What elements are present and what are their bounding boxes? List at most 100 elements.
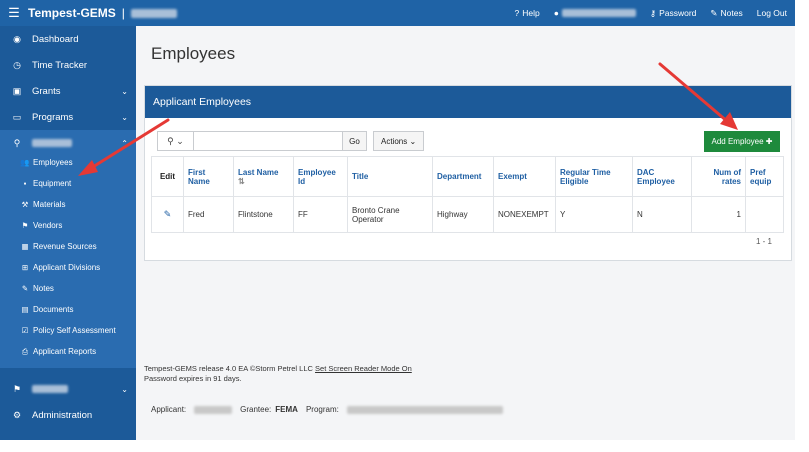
cell-last-name: Flintstone — [233, 196, 294, 233]
cell-department: Highway — [432, 196, 494, 233]
search-icon: ⚲ — [167, 135, 174, 146]
cell-employee-id: FF — [293, 196, 348, 233]
plus-icon: ✚ — [765, 137, 773, 146]
go-button[interactable]: Go — [343, 131, 367, 151]
vendors-icon: ⚑ — [21, 221, 29, 230]
checklist-icon: ☑ — [21, 326, 29, 335]
sidebar: ◉ Dashboard ◷ Time Tracker ▣ Grants ⌄ ▭ … — [0, 26, 136, 440]
column-header-num-of-rates[interactable]: Num of rates — [691, 156, 746, 197]
status-bar: Applicant: Grantee: FEMA Program: — [151, 405, 503, 414]
chevron-down-icon: ⌄ — [121, 384, 128, 394]
hamburger-menu-icon[interactable]: ☰ — [0, 5, 28, 21]
user-icon: ● — [553, 8, 559, 18]
chevron-up-icon: ⌃ — [121, 138, 128, 148]
employees-table: Edit First Name Last Name ⇅ Employee Id T… — [151, 156, 784, 233]
sidebar-item-dashboard[interactable]: ◉ Dashboard — [0, 26, 136, 52]
cell-dac-employee: N — [632, 196, 692, 233]
edit-icon: ✎ — [710, 7, 718, 18]
user-menu[interactable]: ● — [554, 8, 636, 18]
applicant-menu-header[interactable]: ⚲ ⌃ — [0, 134, 136, 152]
search-bar: ⚲ ⌄ — [157, 131, 343, 151]
redacted-applicant-menu — [32, 139, 72, 147]
sidebar-item-documents[interactable]: ▤ Documents — [0, 299, 136, 320]
edit-icon: ✎ — [21, 284, 29, 293]
logout-link[interactable]: Log Out — [757, 8, 787, 18]
grantee-value: FEMA — [275, 405, 298, 414]
column-header-title[interactable]: Title — [347, 156, 433, 197]
column-header-employee-id[interactable]: Employee Id — [293, 156, 348, 197]
edit-row-button[interactable]: ✎ — [151, 196, 184, 233]
folder-icon: ▭ — [12, 111, 22, 122]
cell-regular-time-eligible: Y — [555, 196, 633, 233]
sidebar-item-redacted[interactable]: ⚑ ⌄ — [0, 376, 136, 402]
torn-edge-bottom — [0, 440, 809, 452]
chevron-down-icon: ⌄ — [121, 112, 128, 122]
chevron-down-icon: ⌄ — [176, 135, 184, 146]
redacted-sidebar-label — [32, 385, 68, 393]
users-icon: 👥 — [20, 158, 30, 167]
sidebar-item-policy-self-assessment[interactable]: ☑ Policy Self Assessment — [0, 320, 136, 341]
torn-edge-right — [795, 0, 809, 452]
sidebar-item-employees[interactable]: 👥 Employees — [0, 152, 136, 173]
app-title[interactable]: Tempest-GEMS — [28, 6, 116, 20]
table-row: ✎ Fred Flintstone FF Bronto Crane Operat… — [151, 196, 784, 233]
sidebar-item-equipment[interactable]: ▪ Equipment — [0, 173, 136, 194]
cell-pref-equip — [745, 196, 784, 233]
sidebar-item-notes[interactable]: ✎ Notes — [0, 278, 136, 299]
chevron-down-icon: ⌄ — [121, 86, 128, 96]
column-header-dac-employee[interactable]: DAC Employee — [632, 156, 692, 197]
document-icon: ▤ — [21, 305, 29, 314]
sidebar-item-applicant-reports[interactable]: ⎙ Applicant Reports — [0, 341, 136, 362]
dashboard-icon: ◉ — [13, 33, 21, 44]
column-header-last-name[interactable]: Last Name ⇅ — [233, 156, 294, 197]
clock-icon: ◷ — [13, 59, 21, 70]
wrench-icon: ⚒ — [21, 200, 29, 209]
redacted-user-name — [561, 9, 636, 17]
sidebar-item-administration[interactable]: ⚙ Administration — [0, 402, 136, 428]
help-icon: ? — [514, 8, 520, 18]
grantee-label: Grantee: — [240, 405, 272, 414]
actions-menu-button[interactable]: Actions ⌄ — [373, 131, 425, 151]
report-toolbar: ⚲ ⌄ Go Actions ⌄ — [157, 131, 425, 151]
column-header-department[interactable]: Department — [432, 156, 494, 197]
redacted-applicant — [194, 405, 233, 414]
redacted-applicant-name — [130, 8, 177, 18]
sidebar-item-materials[interactable]: ⚒ Materials — [0, 194, 136, 215]
revenue-icon: ▦ — [21, 242, 29, 251]
pencil-icon: ✎ — [163, 209, 172, 219]
column-header-exempt[interactable]: Exempt — [493, 156, 556, 197]
sidebar-item-revenue-sources[interactable]: ▦ Revenue Sources — [0, 236, 136, 257]
add-employee-button[interactable]: Add Employee ✚ — [704, 131, 780, 152]
release-info: Tempest-GEMS release 4.0 EA ©Storm Petre… — [144, 364, 412, 383]
top-navigation-bar: ☰ Tempest-GEMS | ? Help ● ⚷ Password ✎ Note… — [0, 0, 795, 26]
sidebar-item-applicant-divisions[interactable]: ⊞ Applicant Divisions — [0, 257, 136, 278]
program-label: Program: — [305, 405, 339, 414]
screen-reader-mode-link[interactable]: Set Screen Reader Mode On — [315, 364, 412, 373]
flag-icon: ⚑ — [12, 383, 22, 394]
password-link[interactable]: ⚷ Password — [650, 8, 697, 19]
help-link[interactable]: ? Help — [514, 8, 539, 18]
search-column-selector[interactable]: ⚲ ⌄ — [158, 132, 194, 150]
sidebar-item-grants[interactable]: ▣ Grants ⌄ — [0, 78, 136, 104]
title-separator: | — [121, 6, 125, 20]
cell-exempt: NONEXEMPT — [493, 196, 556, 233]
divisions-icon: ⊞ — [21, 263, 29, 272]
column-header-first-name[interactable]: First Name — [183, 156, 234, 197]
truck-icon: ▪ — [23, 179, 27, 188]
cell-first-name: Fred — [183, 196, 234, 233]
sidebar-item-programs[interactable]: ▭ Programs ⌄ — [0, 104, 136, 130]
sidebar-item-time-tracker[interactable]: ◷ Time Tracker — [0, 52, 136, 78]
sidebar-item-vendors[interactable]: ⚑ Vendors — [0, 215, 136, 236]
sort-icon: ⇅ — [238, 176, 245, 186]
page-title: Employees — [151, 44, 236, 63]
password-expiry-text: Password expires in 91 days. — [144, 374, 242, 383]
notes-link[interactable]: ✎ Notes — [710, 8, 742, 19]
chevron-down-icon: ⌄ — [409, 136, 417, 146]
grants-icon: ▣ — [12, 85, 22, 96]
column-header-regular-time-eligible[interactable]: Regular Time Eligible — [555, 156, 633, 197]
search-input[interactable] — [194, 132, 342, 150]
print-icon: ⎙ — [22, 346, 28, 356]
column-header-pref-equip[interactable]: Pref equip — [745, 156, 784, 197]
applicant-menu-section: ⚲ ⌃ 👥 Employees ▪ Equipment ⚒ Materials … — [0, 130, 136, 368]
map-pin-icon: ⚲ — [13, 137, 21, 148]
